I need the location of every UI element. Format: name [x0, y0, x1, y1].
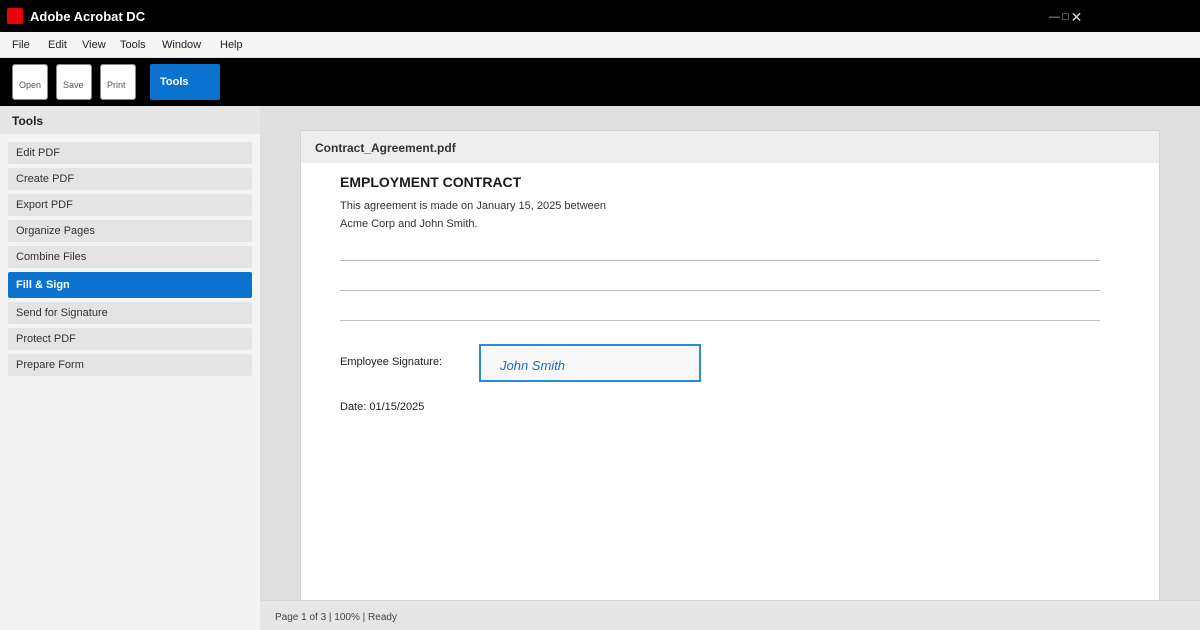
menu-file[interactable]: File	[12, 39, 30, 51]
status-bar: Page 1 of 3 | 100% | Ready	[260, 600, 1200, 630]
menu-tools[interactable]: Tools	[120, 39, 146, 51]
document-area[interactable]: Contract_Agreement.pdf EMPLOYMENT CONTRA…	[260, 106, 1200, 600]
date-line: Date: 01/15/2025	[340, 401, 425, 413]
sidebar-item-organize-pages[interactable]: Organize Pages	[8, 220, 252, 242]
tools-button[interactable]: Tools	[150, 64, 220, 100]
tools-sidebar: Tools Edit PDF Create PDF Export PDF Org…	[0, 106, 260, 630]
sidebar-item-export-pdf[interactable]: Export PDF	[8, 194, 252, 216]
sidebar-item-combine-files[interactable]: Combine Files	[8, 246, 252, 268]
open-button[interactable]: Open	[12, 64, 48, 100]
sidebar-item-send-for-signature[interactable]: Send for Signature	[8, 302, 252, 324]
document-filename: Contract_Agreement.pdf	[301, 131, 1159, 163]
document-rule	[340, 320, 1100, 321]
window-controls: — □ ✕	[1049, 9, 1082, 25]
pdf-page[interactable]: Contract_Agreement.pdf EMPLOYMENT CONTRA…	[300, 130, 1160, 600]
sidebar-item-protect-pdf[interactable]: Protect PDF	[8, 328, 252, 350]
sidebar-item-edit-pdf[interactable]: Edit PDF	[8, 142, 252, 164]
app-title: Adobe Acrobat DC	[30, 9, 146, 24]
save-button[interactable]: Save	[56, 64, 92, 100]
document-rule	[340, 290, 1100, 291]
menu-view[interactable]: View	[82, 39, 106, 51]
signature-field[interactable]: John Smith	[479, 344, 701, 382]
acrobat-logo-icon	[7, 8, 23, 24]
document-rule	[340, 260, 1100, 261]
menu-help[interactable]: Help	[220, 39, 243, 51]
sidebar-title: Tools	[0, 106, 260, 134]
minimize-icon[interactable]: —	[1049, 9, 1060, 25]
toolbar: Open Save Print Tools	[0, 58, 1200, 106]
document-paragraph-line: Acme Corp and John Smith.	[340, 218, 478, 230]
sidebar-item-prepare-form[interactable]: Prepare Form	[8, 354, 252, 376]
title-bar: Adobe Acrobat DC — □ ✕	[0, 0, 1200, 32]
sidebar-item-fill-sign[interactable]: Fill & Sign	[8, 272, 252, 298]
maximize-icon[interactable]: □	[1062, 9, 1069, 25]
close-icon[interactable]: ✕	[1071, 9, 1083, 25]
menu-edit[interactable]: Edit	[48, 39, 67, 51]
menu-window[interactable]: Window	[162, 39, 201, 51]
document-heading: EMPLOYMENT CONTRACT	[340, 174, 522, 190]
sidebar-item-create-pdf[interactable]: Create PDF	[8, 168, 252, 190]
menu-bar: File Edit View Tools Window Help	[0, 32, 1200, 58]
print-button[interactable]: Print	[100, 64, 136, 100]
document-paragraph-line: This agreement is made on January 15, 20…	[340, 200, 606, 212]
signature-value: John Smith	[500, 358, 566, 373]
signature-label: Employee Signature:	[340, 356, 443, 368]
